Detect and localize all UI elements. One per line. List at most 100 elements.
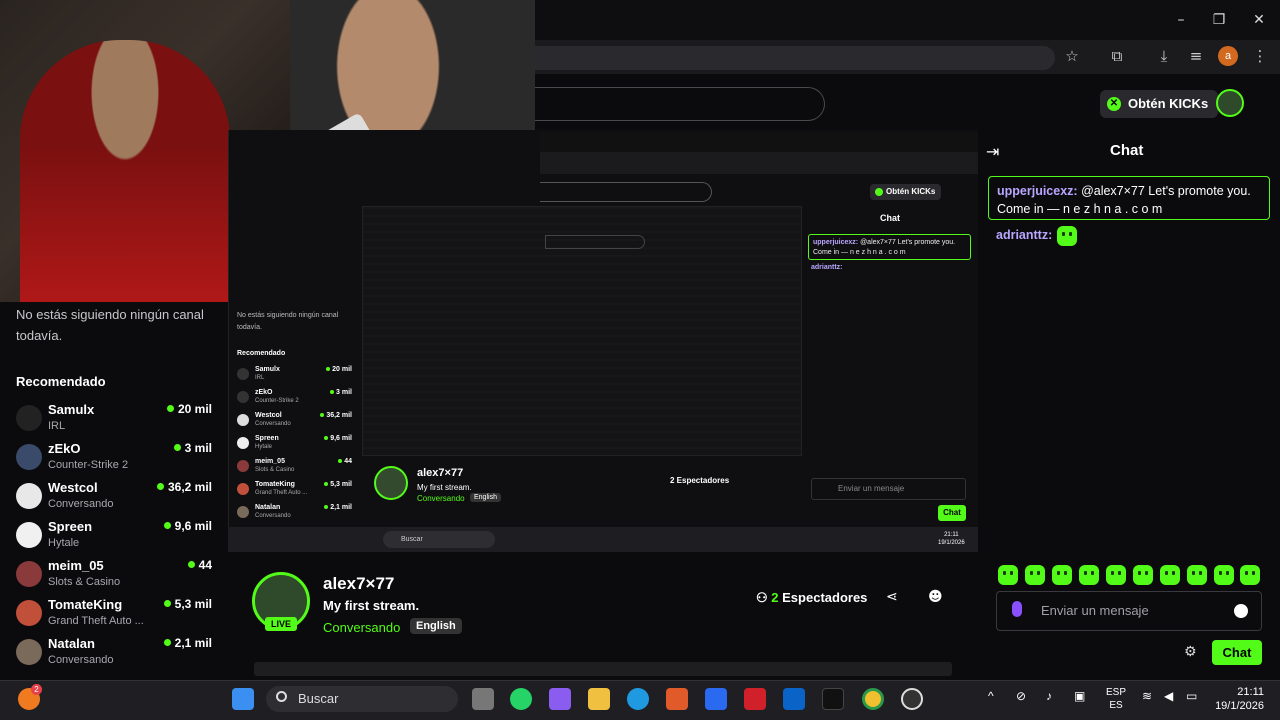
microphone-icon[interactable] [1012, 601, 1022, 617]
profile-avatar[interactable]: a [1218, 46, 1238, 66]
language-indicator[interactable]: ESP ES [1106, 686, 1126, 712]
get-kicks-button[interactable]: ✕ Obtén KICKs [1100, 90, 1219, 118]
obs-icon[interactable] [901, 688, 923, 710]
wifi-icon[interactable]: ≋ [1142, 690, 1152, 703]
taskbar-clock[interactable]: 21:11 19/1/2026 [1208, 685, 1264, 713]
channel-viewers: 5,3 mil [163, 597, 212, 611]
file-explorer-icon[interactable] [588, 688, 610, 710]
taskbar-search-input[interactable]: Buscar [266, 686, 458, 712]
nested-browser-titlebar [540, 132, 978, 152]
nested-channel: TomateKing Grand Theft Auto ... 5,3 mil [237, 481, 352, 499]
stream-title: My first stream. [323, 598, 420, 613]
app-icon[interactable] [705, 688, 727, 710]
channel-name-heading[interactable]: alex7×77 [323, 574, 394, 594]
emote-picker-row [998, 565, 1260, 585]
sidebar-channel-tomateking[interactable]: TomateKing Grand Theft Auto ... 5,3 mil [16, 597, 216, 633]
outlook-icon[interactable] [783, 688, 805, 710]
search-icon [276, 691, 287, 702]
chrome-icon[interactable] [862, 688, 884, 710]
chat-message: upperjuicexz: @alex7×77 Let's promote yo… [988, 176, 1270, 220]
emote-icon[interactable] [1160, 565, 1180, 585]
collapse-chat-icon[interactable]: ⇥ [986, 142, 999, 161]
follow-user-icon[interactable]: ☻ [928, 589, 943, 605]
nested-deeper-search [545, 235, 645, 249]
bookmark-star-icon[interactable]: ☆ [1060, 44, 1084, 68]
emote-icon[interactable] [1240, 565, 1260, 585]
channel-viewers: 44 [187, 558, 212, 572]
sidebar-channel-meim[interactable]: meim_05 Slots & Casino 44 [16, 558, 216, 594]
share-icon[interactable]: ⋖ [886, 589, 898, 605]
channel-viewers: 20 mil [166, 402, 212, 416]
minimize-button[interactable]: – [1170, 9, 1192, 31]
nested-clock: 21:11 19/1/2026 [938, 532, 965, 546]
store-icon[interactable] [666, 688, 688, 710]
emote-icon[interactable] [1079, 565, 1099, 585]
chat-title: Chat [1110, 142, 1144, 159]
network-off-icon[interactable]: ⊘ [1016, 690, 1026, 703]
channel-name: zEkO [48, 441, 81, 456]
sidebar-channel-natalan[interactable]: Natalan Conversando 2,1 mil [16, 636, 216, 672]
emote-icon[interactable] [1214, 565, 1234, 585]
emote-icon[interactable] [1025, 565, 1045, 585]
channel-avatar [16, 639, 42, 665]
emote-icon[interactable] [1133, 565, 1153, 585]
volume-icon[interactable]: ◀ [1164, 690, 1173, 703]
channel-viewers: 2,1 mil [163, 636, 212, 650]
address-bar[interactable] [535, 46, 1055, 70]
task-view-icon[interactable] [472, 688, 494, 710]
live-dot-icon [187, 561, 195, 568]
extensions-icon[interactable]: ⧉ [1105, 44, 1129, 68]
browser-menu-icon[interactable]: ⋮ [1248, 44, 1272, 68]
nested-channel-name: alex7×77 [417, 467, 464, 479]
download-icon[interactable]: ⤓ [1152, 44, 1176, 68]
chat-settings-gear-icon[interactable]: ⚙ [1184, 644, 1197, 660]
nested-stream-title: My first stream. [417, 483, 472, 492]
close-button[interactable]: ✕ [1248, 9, 1270, 31]
nested-channel: Natalan Conversando 2,1 mil [237, 504, 352, 522]
user-avatar[interactable] [1216, 89, 1244, 117]
security-icon[interactable] [744, 688, 766, 710]
channel-name: meim_05 [48, 558, 104, 573]
live-dot-icon [166, 405, 174, 412]
whatsapp-icon[interactable] [510, 688, 532, 710]
emoji-picker-icon[interactable] [1234, 604, 1248, 618]
stream-category-link[interactable]: Conversando [323, 620, 400, 635]
chat-message-input[interactable]: Enviar un mensaje [996, 591, 1262, 631]
sidebar-channel-samulx[interactable]: Samulx IRL 20 mil [16, 402, 216, 438]
tiktok-icon[interactable] [822, 688, 844, 710]
recommended-title: Recomendado [16, 374, 106, 389]
emote-icon[interactable] [1052, 565, 1072, 585]
nested-recommended-title: Recomendado [237, 350, 286, 357]
sidebar-channel-spreen[interactable]: Spreen Hytale 9,6 mil [16, 519, 216, 555]
emote-icon[interactable] [1106, 565, 1126, 585]
channel-category: IRL [48, 420, 66, 432]
media-controls-icon[interactable]: ≡ [1184, 44, 1208, 68]
emote-icon[interactable] [1187, 565, 1207, 585]
microphone-tray-icon[interactable]: ♪ [1046, 690, 1052, 703]
sidebar-channel-westcol[interactable]: Westcol Conversando 36,2 mil [16, 480, 216, 516]
nested-pinned-message: upperjuicexz: @alex7×77 Let's promote yo… [808, 234, 971, 260]
tray-overflow-icon[interactable]: ^ [988, 690, 994, 703]
channel-name: Samulx [48, 402, 95, 417]
chat-username[interactable]: adrianttz: [996, 228, 1052, 242]
live-dot-icon [173, 444, 181, 451]
channel-viewers: 36,2 mil [156, 480, 212, 494]
edge-icon[interactable] [627, 688, 649, 710]
chat-send-button[interactable]: Chat [1212, 640, 1262, 665]
sidebar-channel-zeko[interactable]: zEkO Counter-Strike 2 3 mil [16, 441, 216, 477]
language-tag[interactable]: English [410, 618, 462, 634]
maximize-button[interactable]: ❐ [1208, 9, 1230, 31]
display-icon[interactable]: ▣ [1074, 690, 1085, 703]
nested-language-tag: English [470, 493, 501, 502]
windows-start-icon[interactable] [232, 688, 254, 710]
copilot-icon[interactable] [549, 688, 571, 710]
nested-viewer-count: 2 Espectadores [670, 476, 730, 485]
channel-avatar [16, 405, 42, 431]
battery-icon[interactable]: ▭ [1186, 690, 1197, 703]
emote-icon[interactable] [998, 565, 1018, 585]
channel-avatar [16, 600, 42, 626]
site-search-input[interactable] [535, 87, 825, 121]
chat-username[interactable]: upperjuicexz: [997, 184, 1078, 198]
nested-search-input [540, 182, 712, 202]
nested-no-following-text: No estás siguiendo ningún canal todavía. [237, 312, 339, 331]
